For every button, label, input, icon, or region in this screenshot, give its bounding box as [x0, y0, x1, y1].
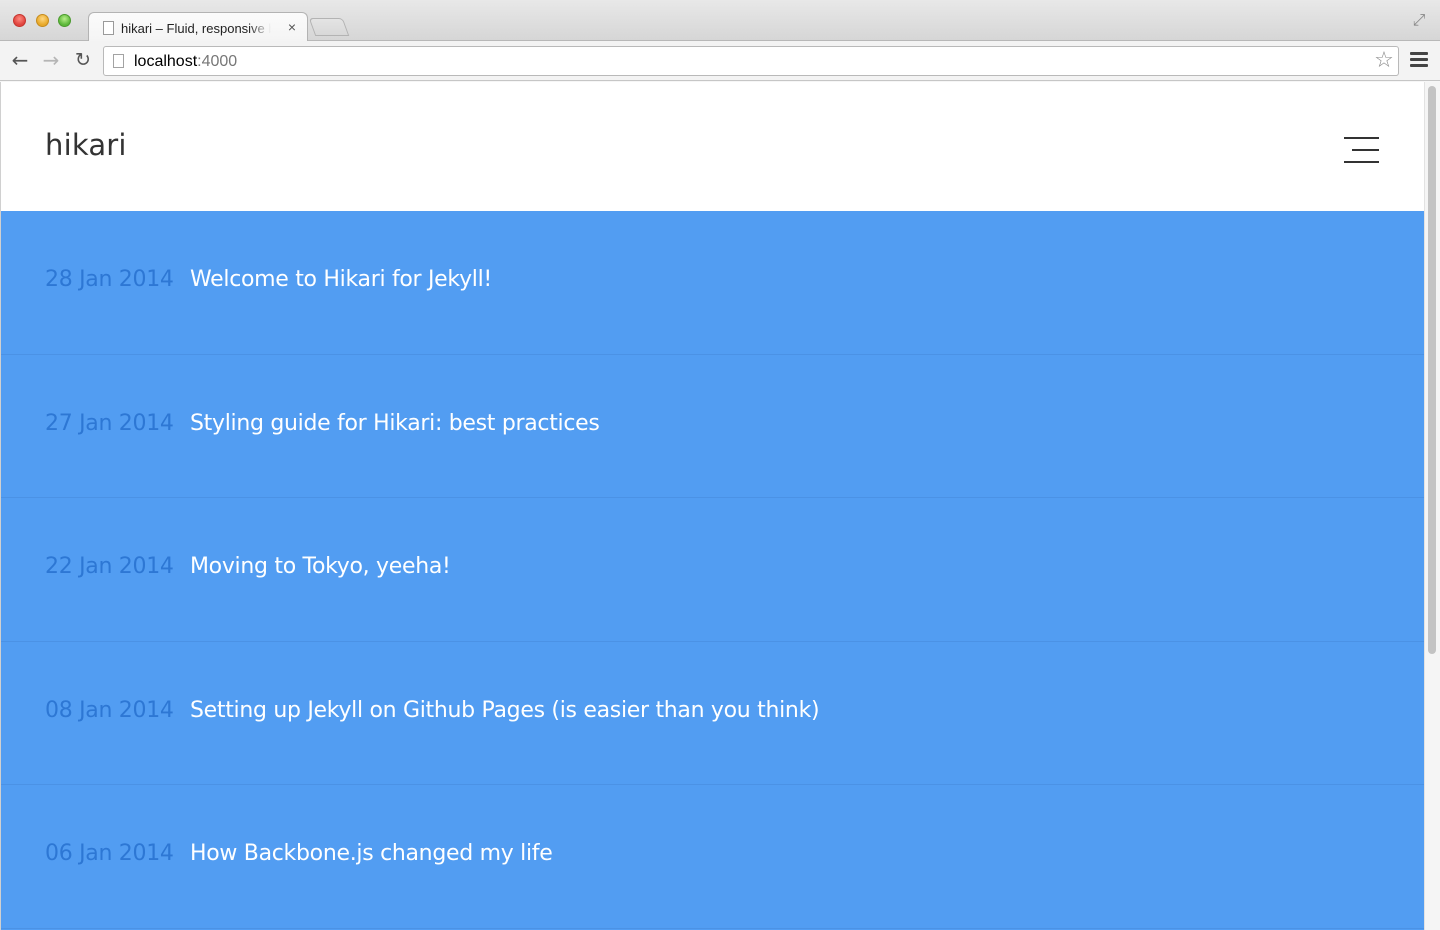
post-item[interactable]: 28 Jan 2014 Welcome to Hikari for Jekyll… [1, 211, 1424, 355]
post-item[interactable]: 08 Jan 2014 Setting up Jekyll on Github … [1, 642, 1424, 785]
tab-title: hikari – Fluid, responsive blog theme [121, 21, 271, 36]
new-tab-button[interactable] [308, 18, 350, 36]
zoom-window-button[interactable] [58, 14, 71, 27]
post-item[interactable]: 27 Jan 2014 Styling guide for Hikari: be… [1, 355, 1424, 498]
arrow-left-icon: ← [11, 48, 29, 72]
arrow-right-icon: → [42, 48, 60, 72]
post-item[interactable]: 22 Jan 2014 Moving to Tokyo, yeeha! [1, 498, 1424, 642]
expand-icon[interactable]: ⤢ [1410, 12, 1428, 30]
site-title[interactable]: hikari [45, 128, 127, 164]
hamburger-menu-icon[interactable] [1410, 52, 1428, 68]
page-scrollbar[interactable] [1424, 82, 1440, 930]
post-date: 06 Jan 2014 [45, 841, 174, 866]
post-title-link[interactable]: Setting up Jekyll on Github Pages (is ea… [190, 698, 820, 723]
page-viewport: hikari 28 Jan 2014 Welcome to Hikari for… [0, 82, 1424, 930]
tab-close-icon[interactable]: × [285, 19, 299, 35]
address-bar[interactable]: localhost:4000 ☆ [103, 46, 1399, 76]
reload-icon: ↻ [75, 49, 91, 71]
page-favicon-icon [103, 21, 114, 35]
browser-toolbar: ← → ↻ localhost:4000 ☆ [0, 41, 1440, 81]
page-icon [113, 54, 124, 68]
star-icon[interactable]: ☆ [1372, 49, 1396, 73]
post-date: 27 Jan 2014 [45, 410, 174, 436]
nav-menu-icon[interactable] [1344, 137, 1379, 163]
reload-button[interactable]: ↻ [71, 48, 95, 72]
browser-tab[interactable]: hikari – Fluid, responsive blog theme × [88, 12, 308, 42]
close-window-button[interactable] [13, 14, 26, 27]
minimize-window-button[interactable] [36, 14, 49, 27]
browser-window: hikari – Fluid, responsive blog theme × … [0, 0, 1440, 930]
post-title-link[interactable]: Welcome to Hikari for Jekyll! [190, 267, 492, 292]
back-button[interactable]: ← [8, 48, 32, 72]
address-bar-url[interactable]: localhost:4000 [134, 52, 237, 72]
post-title-link[interactable]: How Backbone.js changed my life [190, 841, 553, 866]
post-list: 28 Jan 2014 Welcome to Hikari for Jekyll… [1, 211, 1424, 930]
site-header: hikari [1, 82, 1424, 211]
post-date: 22 Jan 2014 [45, 554, 174, 579]
post-title-link[interactable]: Moving to Tokyo, yeeha! [190, 554, 451, 579]
tab-strip: hikari – Fluid, responsive blog theme × … [0, 0, 1440, 42]
post-date: 28 Jan 2014 [45, 267, 174, 292]
url-port: :4000 [197, 53, 238, 70]
post-item[interactable]: 06 Jan 2014 How Backbone.js changed my l… [1, 785, 1424, 929]
post-date: 08 Jan 2014 [45, 697, 174, 723]
url-host: localhost [134, 53, 198, 70]
post-title-link[interactable]: Styling guide for Hikari: best practices [190, 411, 600, 436]
forward-button[interactable]: → [39, 48, 63, 72]
scrollbar-thumb[interactable] [1428, 86, 1436, 654]
